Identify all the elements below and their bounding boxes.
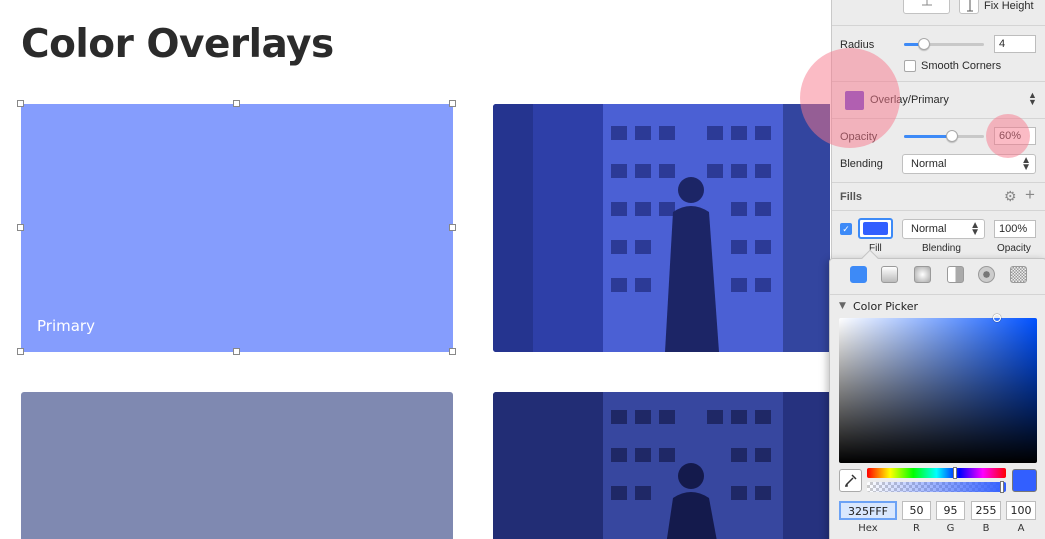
hue-slider-knob[interactable] xyxy=(953,467,957,479)
selection-handle-top-left[interactable] xyxy=(17,100,24,107)
divider xyxy=(832,210,1045,211)
eyedropper-icon xyxy=(845,474,857,487)
selection-handle-bottom[interactable] xyxy=(233,348,240,355)
secondary-swatch[interactable] xyxy=(21,392,453,539)
alpha-input[interactable]: 100 xyxy=(1006,501,1036,520)
color-picker-popover: ▼ Color Picker 325FFF 50 95 255 100 Hex … xyxy=(829,249,1045,539)
radial-gradient-icon[interactable] xyxy=(914,266,931,283)
noise-fill-icon[interactable] xyxy=(1010,266,1027,283)
selection-handle-bottom-left[interactable] xyxy=(17,348,24,355)
fix-height-icon xyxy=(967,0,973,12)
shared-style-selector[interactable]: Overlay/Primary ▲ ▼ xyxy=(832,82,1045,118)
hex-label: Hex xyxy=(858,523,878,534)
add-fill-plus-icon[interactable]: + xyxy=(1025,185,1035,205)
primary-swatch[interactable]: Primary xyxy=(21,104,453,352)
opacity-column-label: Opacity xyxy=(997,243,1031,254)
blending-select[interactable]: Normal ▲ ▼ xyxy=(902,154,1036,174)
fix-height-toggle[interactable] xyxy=(959,0,979,14)
fix-width-icon xyxy=(922,0,932,6)
smooth-corners-checkbox[interactable] xyxy=(904,60,916,72)
radius-slider[interactable] xyxy=(904,38,984,50)
smooth-corners-label: Smooth Corners xyxy=(921,60,1002,72)
alpha-slider-knob[interactable] xyxy=(1000,481,1004,493)
opacity-slider[interactable] xyxy=(904,130,984,142)
hex-input[interactable]: 325FFF xyxy=(839,501,897,520)
color-picker-section-title: Color Picker xyxy=(853,300,918,313)
color-picker-collapse-icon[interactable]: ▼ xyxy=(839,301,846,311)
blending-value: Normal xyxy=(911,158,947,170)
eyedropper-button[interactable] xyxy=(839,469,862,492)
pattern-fill-icon[interactable] xyxy=(978,266,995,283)
select-chevron-icon: ▲ ▼ xyxy=(1021,155,1031,173)
alpha-label: A xyxy=(1017,523,1025,534)
divider xyxy=(830,294,1045,295)
fill-opacity-input[interactable]: 100% xyxy=(994,220,1036,238)
red-input[interactable]: 50 xyxy=(902,501,931,520)
street-photo-image xyxy=(493,392,830,539)
angular-gradient-icon[interactable] xyxy=(947,266,964,283)
divider xyxy=(832,25,1045,26)
selection-handle-top[interactable] xyxy=(233,100,240,107)
selection-handle-right[interactable] xyxy=(449,224,456,231)
linear-gradient-icon[interactable] xyxy=(881,266,898,283)
blending-label: Blending xyxy=(840,158,883,170)
selection-handle-left[interactable] xyxy=(17,224,24,231)
opacity-label: Opacity xyxy=(840,131,878,143)
color-preview-swatch xyxy=(1012,469,1037,492)
opacity-input[interactable]: 60% xyxy=(994,127,1036,145)
fill-color-swatch xyxy=(863,222,888,235)
opacity-slider-knob[interactable] xyxy=(946,130,958,142)
fill-blending-select[interactable]: Normal ▲ ▼ xyxy=(902,219,985,239)
fills-section-title: Fills xyxy=(840,191,863,203)
green-label: G xyxy=(946,523,955,534)
overlay-photo-secondary[interactable] xyxy=(493,392,830,539)
saturation-brightness-area[interactable] xyxy=(839,314,1037,463)
hue-slider[interactable] xyxy=(867,467,1006,479)
radius-slider-knob[interactable] xyxy=(918,38,930,50)
design-canvas[interactable]: Color Overlays Primary xyxy=(0,0,830,539)
fill-enabled-checkbox[interactable]: ✓ xyxy=(840,223,852,235)
style-name: Overlay/Primary xyxy=(870,94,949,106)
blue-label: B xyxy=(982,523,990,534)
red-label: R xyxy=(913,523,920,534)
fix-width-button[interactable] xyxy=(903,0,950,14)
fill-blending-value: Normal xyxy=(911,223,947,235)
overlay-photo-primary[interactable] xyxy=(493,104,830,352)
swatch-label: Primary xyxy=(37,317,95,335)
radius-label: Radius xyxy=(840,39,875,51)
blending-column-label: Blending xyxy=(922,243,961,254)
fix-height-label: Fix Height xyxy=(984,0,1034,12)
divider xyxy=(832,182,1045,183)
radius-input[interactable]: 4 xyxy=(994,35,1036,53)
selection-handle-top-right[interactable] xyxy=(449,100,456,107)
blue-input[interactable]: 255 xyxy=(971,501,1001,520)
green-input[interactable]: 95 xyxy=(936,501,965,520)
fill-color-well[interactable] xyxy=(858,218,893,239)
artboard-title: Color Overlays xyxy=(21,22,334,67)
style-color-swatch xyxy=(845,91,864,110)
color-cursor[interactable] xyxy=(993,314,1001,322)
selection-handle-bottom-right[interactable] xyxy=(449,348,456,355)
alpha-slider[interactable] xyxy=(867,481,1006,493)
style-chevron-icon: ▲ ▼ xyxy=(1028,90,1037,107)
solid-fill-icon[interactable] xyxy=(850,266,867,283)
street-photo-image xyxy=(493,104,830,352)
fill-settings-gear-icon[interactable]: ⚙ xyxy=(1004,188,1017,205)
opacity-slider-fill xyxy=(904,135,952,138)
divider xyxy=(832,118,1045,119)
select-chevron-icon: ▲ ▼ xyxy=(970,220,980,238)
